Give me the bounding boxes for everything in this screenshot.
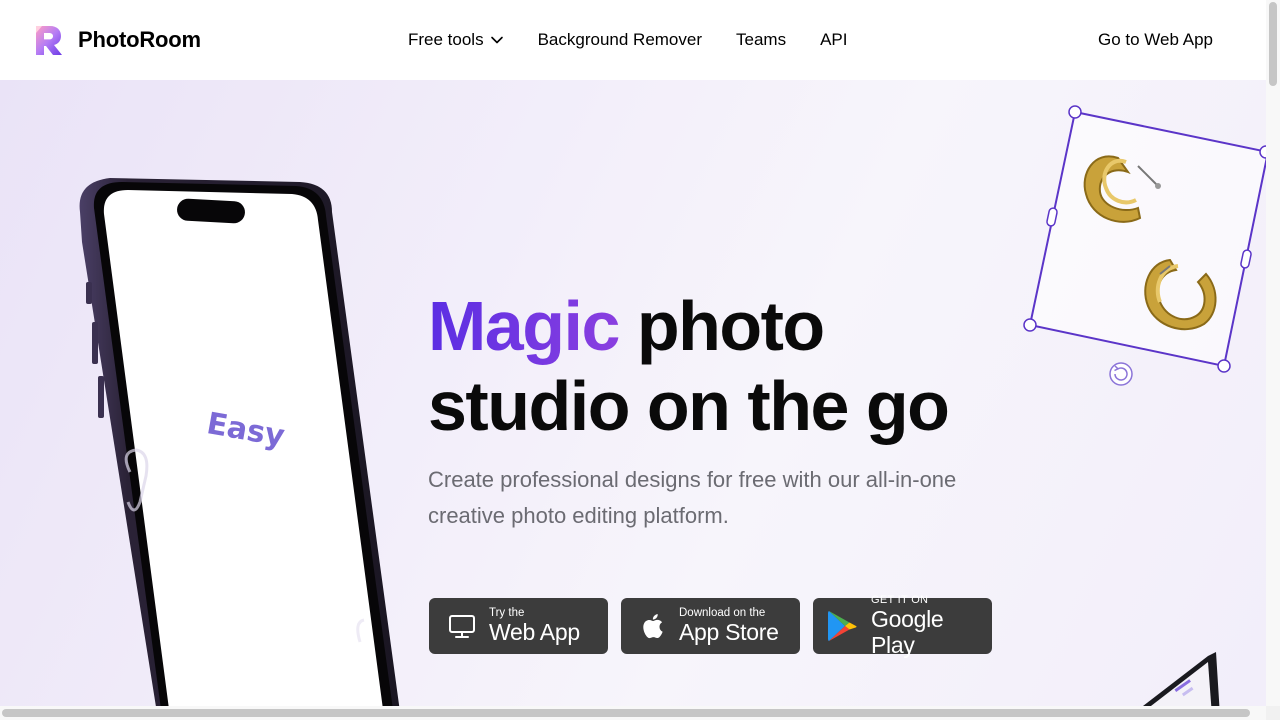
hero-subtitle: Create professional designs for free wit… [428, 467, 957, 528]
web-app-button-small: Try the [489, 607, 525, 619]
web-app-button-big: Web App [489, 619, 580, 645]
resize-handle [1068, 105, 1082, 119]
nav-background-remover[interactable]: Background Remover [538, 30, 702, 50]
app-store-button-big: App Store [679, 619, 779, 645]
scrollbar-corner [1266, 706, 1280, 720]
phone-dynamic-island [177, 198, 245, 224]
site-header: PhotoRoom Free tools Background Remover … [0, 0, 1266, 80]
go-to-web-app-link[interactable]: Go to Web App [1098, 30, 1213, 50]
headline-accent: Magic [428, 287, 620, 365]
nav-free-tools-label: Free tools [408, 30, 484, 49]
app-store-button[interactable]: Download on the App Store [621, 598, 800, 654]
headline-part-1: photo [618, 287, 825, 365]
google-play-icon [828, 611, 857, 641]
photoroom-logo-icon [36, 26, 62, 55]
google-play-button-small: GET IT ON [871, 594, 929, 606]
main-nav: Free tools Background Remover Teams API [408, 30, 848, 50]
vertical-scrollbar-thumb[interactable] [1269, 2, 1277, 86]
monitor-icon [449, 615, 475, 638]
horizontal-scrollbar-thumb[interactable] [2, 709, 1250, 717]
earrings-selection-card [1023, 105, 1266, 386]
apple-icon [643, 614, 663, 639]
try-web-app-button[interactable]: Try the Web App [429, 598, 608, 654]
photoroom-logo[interactable]: PhotoRoom [32, 24, 201, 56]
horizontal-scrollbar[interactable] [0, 706, 1266, 720]
hero-section: Easy Magic photo studio on the go Create… [0, 80, 1266, 706]
vertical-scrollbar[interactable] [1266, 0, 1280, 706]
brand-name: PhotoRoom [78, 27, 201, 52]
nav-api[interactable]: API [820, 30, 847, 50]
resize-handle [1023, 318, 1037, 332]
rotate-icon [1109, 362, 1133, 386]
phone-side-button [86, 282, 92, 304]
nav-free-tools[interactable]: Free tools [408, 30, 504, 50]
headline-part-2: studio on the go [428, 367, 950, 445]
app-store-button-small: Download on the [679, 607, 766, 619]
hero-headline: Magic photo studio on the go [428, 286, 1048, 446]
google-play-button[interactable]: GET IT ON Google Play [813, 594, 992, 658]
google-play-button-big: Google Play [871, 606, 944, 658]
laptop-mockup [1143, 652, 1220, 706]
nav-teams[interactable]: Teams [736, 30, 786, 50]
resize-handle [1217, 359, 1231, 373]
phone-mockup: Easy [79, 178, 400, 706]
chevron-down-icon [490, 36, 503, 44]
